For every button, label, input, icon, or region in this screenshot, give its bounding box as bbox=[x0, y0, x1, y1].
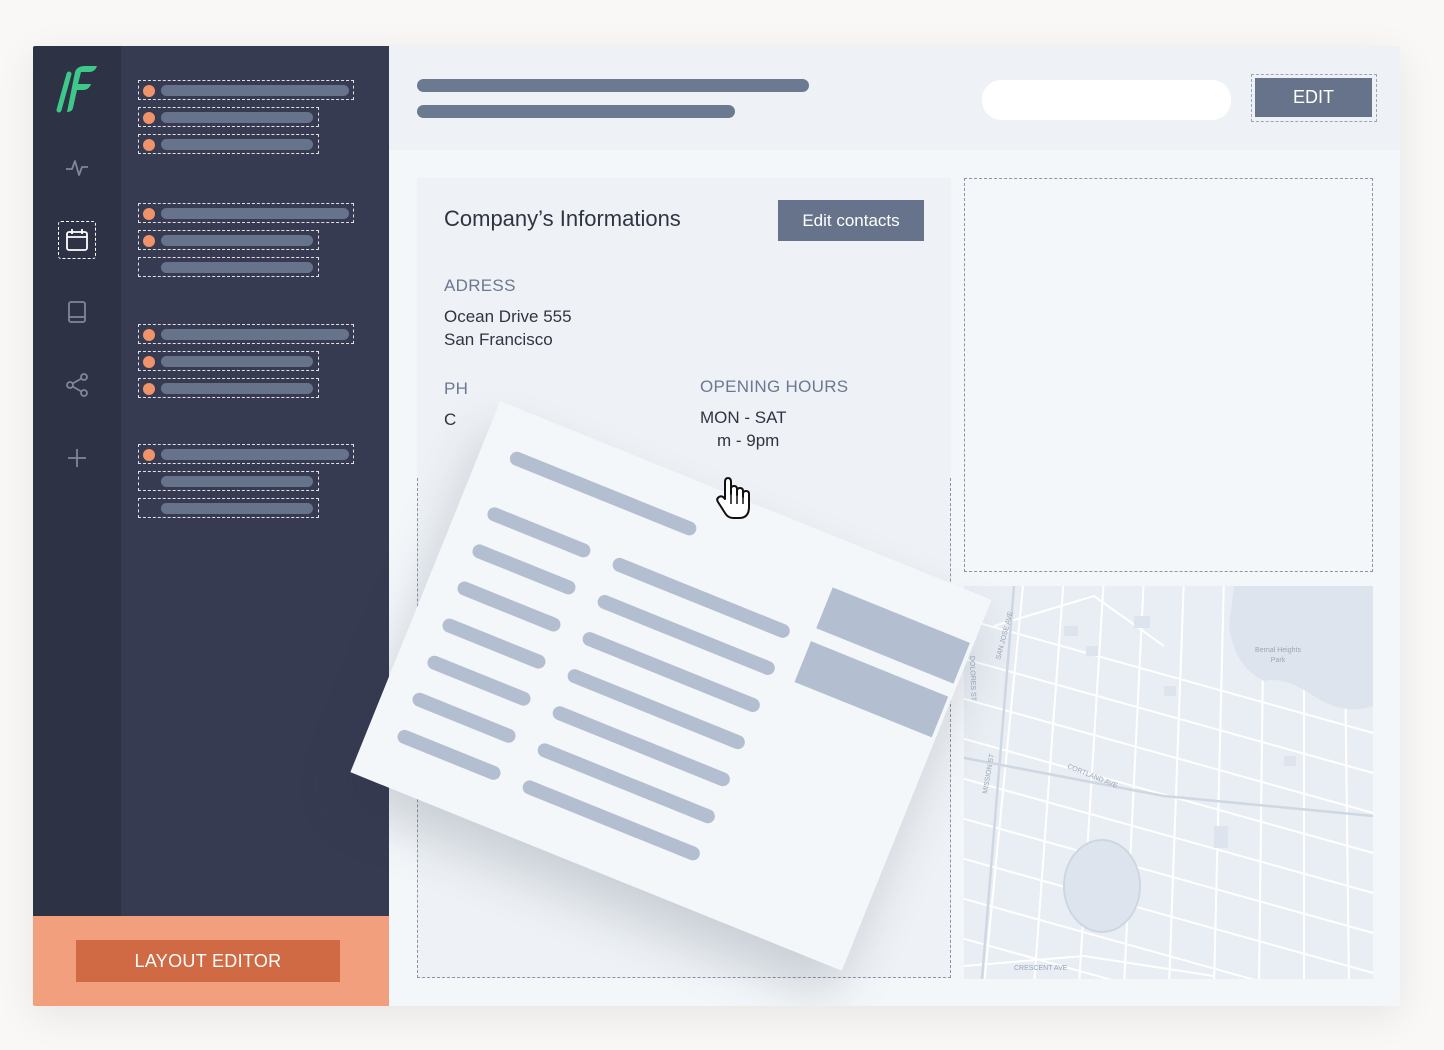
status-dot bbox=[143, 329, 155, 341]
address-line2: San Francisco bbox=[444, 330, 553, 349]
tree-item[interactable] bbox=[138, 444, 354, 464]
phone-label: PH bbox=[444, 379, 469, 398]
search-input[interactable] bbox=[982, 80, 1231, 120]
phone-value: C bbox=[444, 410, 457, 429]
sidebar-footer: LAYOUT EDITOR bbox=[33, 916, 389, 1006]
placeholder-line bbox=[485, 505, 593, 560]
tree-panel bbox=[121, 46, 389, 916]
edit-contacts-button[interactable]: Edit contacts bbox=[778, 200, 924, 241]
placeholder-line bbox=[440, 616, 548, 671]
hours-label: OPENING HOURS bbox=[700, 377, 849, 396]
placeholder-line bbox=[395, 727, 503, 782]
placeholder-line bbox=[595, 592, 777, 678]
empty-drop-zone[interactable] bbox=[964, 178, 1373, 572]
status-dot bbox=[143, 356, 155, 368]
status-dot bbox=[143, 112, 155, 124]
tree-item[interactable] bbox=[138, 134, 319, 154]
page-header: EDIT bbox=[389, 46, 1400, 150]
placeholder-line bbox=[565, 667, 747, 752]
map-widget[interactable]: Bernal Heights Park DOLORES ST SAN JOSE … bbox=[964, 586, 1373, 979]
edit-button[interactable]: EDIT bbox=[1255, 78, 1372, 117]
status-dot bbox=[143, 235, 155, 247]
title-placeholder bbox=[417, 79, 809, 92]
tree-item[interactable] bbox=[138, 351, 319, 371]
placeholder-line bbox=[535, 741, 717, 826]
subtitle-placeholder bbox=[417, 105, 735, 118]
tree-item[interactable] bbox=[138, 80, 354, 100]
tree-item[interactable] bbox=[138, 230, 319, 250]
status-dot bbox=[143, 139, 155, 151]
tree-item[interactable] bbox=[138, 203, 354, 223]
map-label-park: Bernal Heights bbox=[1255, 647, 1301, 654]
share-icon[interactable] bbox=[59, 367, 95, 403]
layout-editor-button[interactable]: LAYOUT EDITOR bbox=[76, 940, 340, 982]
address-label: ADRESS bbox=[444, 276, 516, 295]
app-window: LAYOUT EDITOR EDIT Company’s Information… bbox=[33, 46, 1400, 1006]
icon-rail bbox=[33, 46, 121, 916]
edit-button-frame: EDIT bbox=[1251, 74, 1377, 122]
calendar-icon[interactable] bbox=[58, 221, 96, 259]
map-label-crescent: CRESCENT AVE bbox=[1014, 965, 1068, 972]
hours-time: m - 9pm bbox=[717, 431, 780, 450]
placeholder-line bbox=[425, 653, 533, 708]
tree-item[interactable] bbox=[138, 471, 319, 491]
placeholder-line bbox=[455, 579, 563, 634]
tree-item[interactable] bbox=[138, 324, 354, 344]
placeholder-line bbox=[470, 542, 578, 597]
placeholder-line bbox=[550, 704, 732, 789]
hand-cursor-icon bbox=[714, 474, 752, 522]
map-label-park2: Park bbox=[1271, 657, 1286, 664]
tree-item[interactable] bbox=[138, 257, 319, 277]
tree-item[interactable] bbox=[138, 498, 319, 518]
placeholder-line bbox=[520, 778, 703, 863]
placeholder-line bbox=[580, 629, 762, 715]
map-label-sanjose: SAN JOSE AVE bbox=[995, 610, 1015, 660]
placeholder-line bbox=[410, 690, 518, 745]
hours-days: MON - SAT bbox=[700, 408, 787, 427]
address-line1: Ocean Drive 555 bbox=[444, 307, 572, 326]
tree-item[interactable] bbox=[138, 107, 319, 127]
logo-icon bbox=[55, 64, 99, 114]
map-label-dolores: DOLORES ST bbox=[968, 656, 977, 702]
plus-icon[interactable] bbox=[59, 440, 95, 476]
placeholder-line bbox=[610, 555, 792, 640]
activity-icon[interactable] bbox=[59, 150, 95, 186]
status-dot bbox=[143, 383, 155, 395]
status-dot bbox=[143, 85, 155, 97]
status-dot bbox=[143, 449, 155, 461]
tree-item[interactable] bbox=[138, 378, 319, 398]
card-title: Company’s Informations bbox=[444, 206, 681, 231]
book-icon[interactable] bbox=[59, 294, 95, 330]
status-dot bbox=[143, 208, 155, 220]
